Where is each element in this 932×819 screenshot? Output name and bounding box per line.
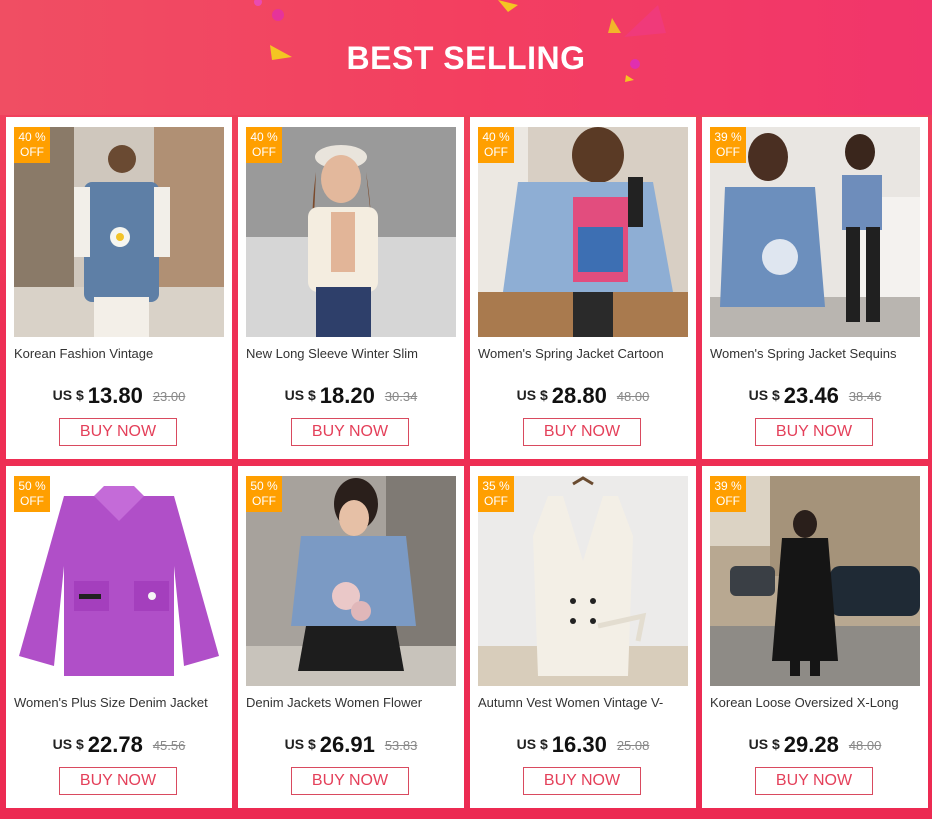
sale-price: 23.46	[783, 383, 839, 408]
currency-label: US $	[52, 387, 84, 403]
original-price: 48.00	[848, 738, 882, 753]
discount-off: OFF	[484, 494, 508, 508]
sale-price: 28.80	[551, 383, 607, 408]
discount-percent: 40 %	[250, 130, 278, 144]
currency-label: US $	[284, 736, 316, 752]
buy-now-button[interactable]: BUY NOW	[523, 767, 641, 795]
currency-label: US $	[748, 387, 780, 403]
product-card[interactable]: 40 % OFF New Long Sleeve Winter Slim US …	[238, 117, 464, 459]
discount-badge: 39 % OFF	[710, 127, 746, 163]
product-name[interactable]: Autumn Vest Women Vintage V-	[478, 695, 688, 711]
original-price: 23.00	[152, 389, 186, 404]
currency-label: US $	[284, 387, 316, 403]
product-card[interactable]: 39 % OFF Korean Loose Oversized X-Long U…	[702, 466, 928, 808]
product-card[interactable]: 40 % OFF Women's Spring Jacket Cartoon U…	[470, 117, 696, 459]
buy-now-button[interactable]: BUY NOW	[523, 418, 641, 446]
discount-off: OFF	[484, 145, 508, 159]
price-line: US $16.30 25.08	[470, 732, 696, 758]
product-name[interactable]: New Long Sleeve Winter Slim	[246, 346, 456, 362]
product-card[interactable]: 40 % OFF Korean Fashion Vintage US $13.8…	[6, 117, 232, 459]
sale-price: 22.78	[87, 732, 143, 757]
price-line: US $18.20 30.34	[238, 383, 464, 409]
discount-badge: 50 % OFF	[246, 476, 282, 512]
product-card[interactable]: 39 % OFF Women's Spring Jacket Sequins U…	[702, 117, 928, 459]
discount-percent: 39 %	[714, 479, 742, 493]
price-line: US $22.78 45.56	[6, 732, 232, 758]
discount-off: OFF	[716, 145, 740, 159]
discount-off: OFF	[20, 145, 44, 159]
discount-off: OFF	[252, 494, 276, 508]
currency-label: US $	[52, 736, 84, 752]
discount-percent: 50 %	[250, 479, 278, 493]
page-title: BEST SELLING	[346, 40, 586, 76]
currency-label: US $	[748, 736, 780, 752]
original-price: 30.34	[384, 389, 418, 404]
original-price: 53.83	[384, 738, 418, 753]
discount-badge: 40 % OFF	[14, 127, 50, 163]
product-grid: 40 % OFF Korean Fashion Vintage US $13.8…	[6, 117, 928, 808]
buy-now-button[interactable]: BUY NOW	[755, 418, 873, 446]
buy-now-button[interactable]: BUY NOW	[59, 418, 177, 446]
product-name[interactable]: Women's Spring Jacket Sequins	[710, 346, 920, 362]
sale-price: 26.91	[319, 732, 375, 757]
discount-badge: 40 % OFF	[246, 127, 282, 163]
discount-percent: 50 %	[18, 479, 46, 493]
buy-now-button[interactable]: BUY NOW	[291, 418, 409, 446]
product-name[interactable]: Korean Fashion Vintage	[14, 346, 224, 362]
price-line: US $28.80 48.00	[470, 383, 696, 409]
sale-price: 18.20	[319, 383, 375, 408]
currency-label: US $	[516, 387, 548, 403]
discount-percent: 40 %	[18, 130, 46, 144]
discount-off: OFF	[20, 494, 44, 508]
original-price: 38.46	[848, 389, 882, 404]
discount-badge: 35 % OFF	[478, 476, 514, 512]
original-price: 45.56	[152, 738, 186, 753]
buy-now-button[interactable]: BUY NOW	[291, 767, 409, 795]
discount-off: OFF	[252, 145, 276, 159]
product-name[interactable]: Women's Spring Jacket Cartoon	[478, 346, 688, 362]
product-name[interactable]: Korean Loose Oversized X-Long	[710, 695, 920, 711]
product-card[interactable]: 50 % OFF Women's Plus Size Denim Jacket …	[6, 466, 232, 808]
discount-percent: 35 %	[482, 479, 510, 493]
price-line: US $26.91 53.83	[238, 732, 464, 758]
sale-price: 13.80	[87, 383, 143, 408]
original-price: 48.00	[616, 389, 650, 404]
discount-percent: 40 %	[482, 130, 510, 144]
product-card[interactable]: 35 % OFF Autumn Vest Women Vintage V- US…	[470, 466, 696, 808]
original-price: 25.08	[616, 738, 650, 753]
currency-label: US $	[516, 736, 548, 752]
sale-price: 16.30	[551, 732, 607, 757]
buy-now-button[interactable]: BUY NOW	[755, 767, 873, 795]
buy-now-button[interactable]: BUY NOW	[59, 767, 177, 795]
banner: BEST SELLING	[0, 0, 932, 115]
discount-badge: 39 % OFF	[710, 476, 746, 512]
price-line: US $23.46 38.46	[702, 383, 928, 409]
price-line: US $29.28 48.00	[702, 732, 928, 758]
discount-badge: 40 % OFF	[478, 127, 514, 163]
discount-badge: 50 % OFF	[14, 476, 50, 512]
discount-percent: 39 %	[714, 130, 742, 144]
product-name[interactable]: Women's Plus Size Denim Jacket	[14, 695, 224, 711]
sale-price: 29.28	[783, 732, 839, 757]
product-card[interactable]: 50 % OFF Denim Jackets Women Flower US $…	[238, 466, 464, 808]
discount-off: OFF	[716, 494, 740, 508]
price-line: US $13.80 23.00	[6, 383, 232, 409]
best-selling-page: BEST SELLING 40 % OFF Korean Fashion Vin…	[0, 0, 932, 819]
product-name[interactable]: Denim Jackets Women Flower	[246, 695, 456, 711]
